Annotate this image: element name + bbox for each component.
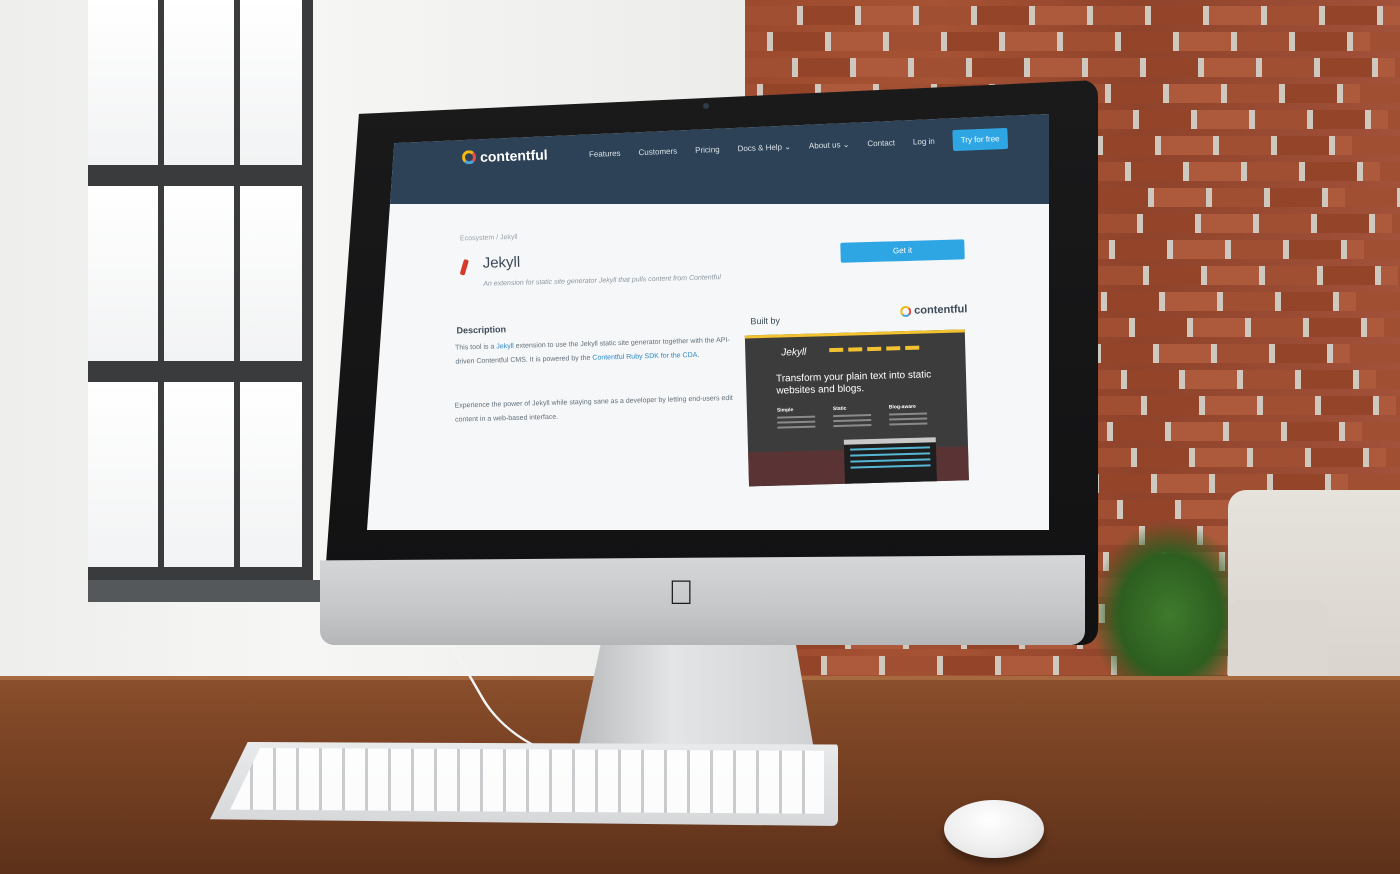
preview-column: Blog-aware <box>889 403 928 428</box>
preview-terminal-line <box>850 446 931 451</box>
brick-row <box>745 58 1400 77</box>
preview-menu-item <box>848 347 863 352</box>
description-text: This tool is a <box>454 343 497 352</box>
preview-text-line <box>777 425 816 429</box>
preview-column: Static <box>833 405 872 430</box>
window-pane <box>240 0 302 165</box>
nav-about-us[interactable]: About us ⌄ <box>809 140 850 151</box>
contentful-logo-icon <box>900 305 912 317</box>
preview-menu-item <box>905 345 920 351</box>
nav-contact[interactable]: Contact <box>867 138 895 148</box>
site-logo[interactable]: contentful <box>461 146 548 166</box>
imac-chin <box>320 555 1085 645</box>
window-pane <box>88 382 158 567</box>
window-sill <box>88 580 323 602</box>
preview-text-line <box>833 414 872 418</box>
preview-headline: Transform your plain text into static we… <box>775 369 932 397</box>
preview-menu-item <box>867 346 882 352</box>
main-nav: Features Customers Pricing Docs & Help ⌄… <box>589 127 1008 165</box>
preview-text-line <box>777 420 816 424</box>
window-pane <box>240 382 302 567</box>
nav-docs-help[interactable]: Docs & Help ⌄ <box>737 142 791 153</box>
window-pane <box>164 0 234 165</box>
preview-column-title: Static <box>832 405 847 413</box>
preview-column-title: Simple <box>776 407 794 414</box>
preview-column: Simple <box>777 407 816 432</box>
page-content: Ecosystem / Jekyll Jekyll An extension f… <box>367 185 1049 530</box>
preview-terminal <box>843 437 937 485</box>
apple-logo-icon:  <box>664 574 698 612</box>
window-pane <box>240 186 302 361</box>
contentful-ruby-sdk-link[interactable]: Contentful Ruby SDK for the CDA <box>592 352 697 362</box>
built-by-logo-text: contentful <box>914 303 968 317</box>
window-pane <box>164 382 234 567</box>
preview-terminal-line <box>850 452 931 457</box>
preview-text-line <box>889 417 928 421</box>
brick-row <box>745 32 1400 51</box>
preview-text-line <box>889 412 928 416</box>
description-text: . <box>697 351 700 359</box>
preview-text-line <box>889 422 928 426</box>
preview-text-line <box>833 419 872 423</box>
contentful-logo-icon <box>461 150 477 165</box>
page-subtitle: An extension for static site generator J… <box>483 274 722 288</box>
description-paragraph-1: This tool is a Jekyll extension to use t… <box>455 334 746 370</box>
nav-customers[interactable]: Customers <box>638 147 677 157</box>
preview-column-title: Blog-aware <box>888 403 916 411</box>
site-logo-text: contentful <box>479 146 548 165</box>
page-title: Jekyll <box>482 253 521 272</box>
get-it-button[interactable]: Get it <box>840 239 965 263</box>
breadcrumb[interactable]: Ecosystem / Jekyll <box>460 234 518 243</box>
nav-log-in[interactable]: Log in <box>913 137 935 147</box>
keyboard-keys <box>230 748 824 814</box>
preview-menu <box>829 345 920 353</box>
description-paragraph-2: Experience the power of Jekyll while sta… <box>454 394 733 424</box>
preview-columns: Simple Static Blog-aware <box>777 403 928 431</box>
preview-text-line <box>833 424 872 428</box>
preview-terminal-line <box>850 458 931 463</box>
preview-logo: Jekyll <box>781 346 807 359</box>
try-for-free-button[interactable]: Try for free <box>952 127 1008 152</box>
imac-stand <box>578 640 814 750</box>
camera-icon <box>703 103 709 109</box>
description-heading: Description <box>456 324 507 336</box>
window-pane <box>164 186 234 361</box>
jekyll-link[interactable]: Jekyll <box>496 343 514 350</box>
preview-text-line <box>777 415 816 419</box>
window-pane <box>88 0 158 165</box>
jekyll-site-preview[interactable]: Jekyll Transform your plain text into st… <box>744 329 969 487</box>
brick-row <box>745 6 1400 25</box>
mouse <box>944 800 1044 858</box>
preview-menu-item <box>829 347 844 353</box>
monitor-screen: contentful Features Customers Pricing Do… <box>367 114 1049 530</box>
preview-menu-item <box>886 346 901 351</box>
window <box>88 0 313 600</box>
built-by-logo[interactable]: contentful <box>900 303 968 317</box>
window-pane <box>88 186 158 361</box>
preview-terminal-line <box>850 464 931 469</box>
nav-features[interactable]: Features <box>589 149 621 159</box>
nav-pricing[interactable]: Pricing <box>695 145 720 155</box>
jekyll-icon <box>459 258 469 276</box>
built-by-label: Built by <box>750 315 781 327</box>
